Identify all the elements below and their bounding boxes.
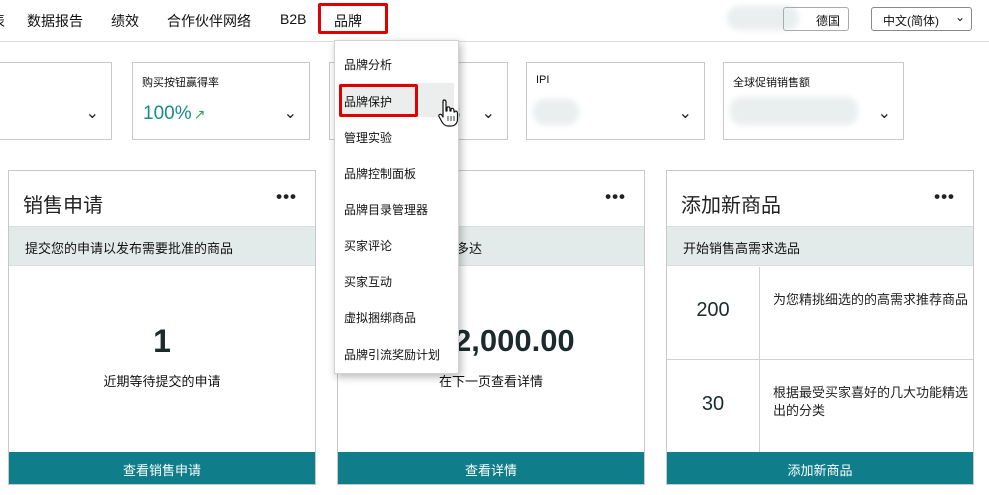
menu-item-brand-catalog-manager[interactable]: 品牌目录管理器 <box>344 201 428 218</box>
nav-item-performance[interactable]: 绩效 <box>111 11 139 31</box>
country-selector[interactable]: 德国 <box>783 7 849 31</box>
metric-title: IPI <box>536 74 550 86</box>
more-options-icon[interactable]: ••• <box>276 187 297 207</box>
widget-subtitle: 提交您的申请以发布需要批准的商品 <box>25 241 234 256</box>
chevron-down-icon[interactable]: ⌄ <box>878 103 891 123</box>
widget-add-product: 添加新商品 ••• 开始销售高需求选品 200 为您精挑细选的的高需求推荐商品 … <box>666 170 974 485</box>
metric-value: 100% ↗ <box>143 103 206 124</box>
metric-card-global-promo[interactable]: 全球促销销售额 ⌄ <box>723 62 904 140</box>
more-options-icon[interactable]: ••• <box>605 187 626 207</box>
widget-subheader: 提交您的申请以发布需要批准的商品 <box>9 226 315 266</box>
country-label: 德国 <box>816 14 841 28</box>
metric-title: 全球促销销售额 <box>733 77 810 89</box>
brand-dropdown-menu: 品牌分析 品牌保护 管理实验 品牌控制面板 品牌目录管理器 买家评论 买家互动 … <box>334 40 459 374</box>
metric-card-buybox[interactable]: 购买按钮赢得率 100% ↗ ⌄ <box>132 62 310 140</box>
pending-requests-caption: 近期等待提交的申请 <box>103 374 221 389</box>
nav-item-partial[interactable]: 表 <box>0 11 5 31</box>
top-nav: 表 数据报告 绩效 合作伙伴网络 B2B 品牌 德国 中文(简体) ⌄ <box>0 0 989 42</box>
metric-card-1[interactable]: ⌄ <box>0 62 112 140</box>
metric-card-ipi[interactable]: IPI ⌄ <box>526 62 705 140</box>
chevron-down-icon[interactable]: ⌄ <box>679 103 692 123</box>
nav-item-reports[interactable]: 数据报告 <box>27 11 83 31</box>
chevron-down-icon[interactable]: ⌄ <box>284 103 297 123</box>
nav-item-brand[interactable]: 品牌 <box>318 3 388 34</box>
language-label: 中文(简体) <box>883 14 939 28</box>
nav-item-partner-network[interactable]: 合作伙伴网络 <box>167 11 251 31</box>
chevron-down-icon[interactable]: ⌄ <box>482 103 495 123</box>
view-details-button[interactable]: 查看详情 <box>338 452 644 484</box>
menu-item-brand-protection-highlight <box>339 84 418 117</box>
metric-title: 购买按钮赢得率 <box>142 77 219 89</box>
menu-item-brand-dashboard[interactable]: 品牌控制面板 <box>344 165 416 182</box>
widget-subtitle: 多达 <box>456 241 483 256</box>
menu-item-customer-reviews[interactable]: 买家评论 <box>344 237 392 254</box>
recommendation-text: 根据最受买家喜好的几大功能精选出的分类 <box>773 385 969 418</box>
recommendation-count: 30 <box>667 360 760 453</box>
recommendation-count: 200 <box>667 267 760 359</box>
recommendation-row[interactable]: 200 为您精挑细选的的高需求推荐商品 <box>667 267 973 360</box>
menu-item-brand-analytics[interactable]: 品牌分析 <box>344 56 392 73</box>
widget-subheader: 开始销售高需求选品 <box>667 226 973 266</box>
menu-item-manage-experiments[interactable]: 管理实验 <box>344 129 392 146</box>
menu-item-brand-referral-bonus[interactable]: 品牌引流奖励计划 <box>344 346 440 363</box>
nav-item-b2b[interactable]: B2B <box>280 11 306 27</box>
more-options-icon[interactable]: ••• <box>934 187 955 207</box>
nav-item-brand-label: 品牌 <box>334 13 362 29</box>
widget-title: 添加新商品 <box>681 195 781 217</box>
pending-requests-count: 1 <box>153 323 171 359</box>
language-select[interactable]: 中文(简体) ⌄ <box>871 7 972 31</box>
menu-item-customer-engagement[interactable]: 买家互动 <box>344 273 392 290</box>
blurred-value <box>533 99 579 125</box>
menu-item-virtual-bundles[interactable]: 虚拟捆绑商品 <box>344 309 416 326</box>
widget-sales-request: 销售申请 ••• 提交您的申请以发布需要批准的商品 1 近期等待提交的申请 查看… <box>8 170 316 485</box>
view-sales-requests-button[interactable]: 查看销售申请 <box>9 452 315 484</box>
add-new-product-button[interactable]: 添加新商品 <box>667 452 973 484</box>
chevron-down-icon: ⌄ <box>954 10 965 24</box>
widget-subtitle: 开始销售高需求选品 <box>683 241 801 256</box>
trend-up-icon: ↗ <box>193 106 206 122</box>
chevron-down-icon[interactable]: ⌄ <box>86 103 99 123</box>
recommendation-text: 为您精挑细选的的高需求推荐商品 <box>773 292 969 307</box>
recommendation-row[interactable]: 30 根据最受买家喜好的几大功能精选出的分类 <box>667 360 973 453</box>
widget-title: 销售申请 <box>23 195 103 217</box>
blurred-value <box>730 97 858 125</box>
hand-cursor-icon <box>438 99 459 127</box>
